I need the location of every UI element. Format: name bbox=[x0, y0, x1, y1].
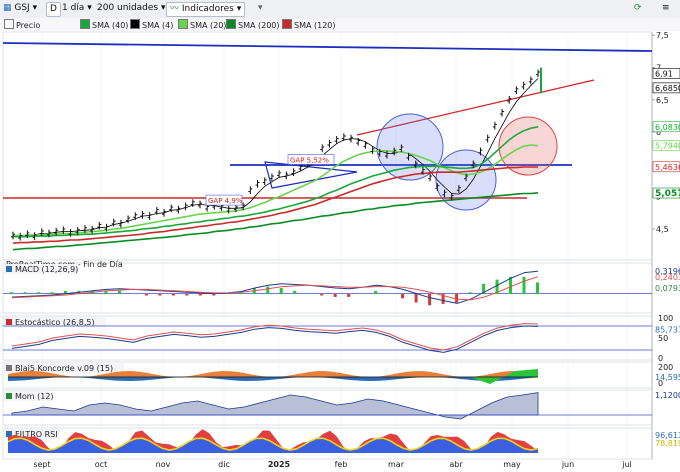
macd-histogram-bar bbox=[144, 293, 148, 296]
price-label-5: 5,057 bbox=[655, 189, 680, 199]
macd-label-1: 0,2403 bbox=[655, 273, 680, 282]
rsi-label-1: 78,819 bbox=[655, 439, 680, 448]
macd-histogram-bar bbox=[131, 293, 135, 295]
momentum-label: 1,1200 bbox=[655, 391, 680, 400]
macd-histogram-bar bbox=[50, 292, 54, 295]
macd-histogram-bar bbox=[347, 293, 351, 297]
price-label-1: 6,6850 bbox=[655, 84, 680, 93]
month-label-nov: nov bbox=[156, 460, 171, 469]
macd-histogram-bar bbox=[320, 293, 324, 296]
circle-blue-1 bbox=[376, 113, 444, 181]
stoch-label: 85,737 bbox=[655, 326, 680, 335]
macd-histogram-bar bbox=[428, 293, 432, 306]
price-label-4: 5,4636 bbox=[655, 163, 680, 172]
macd-histogram-bar bbox=[293, 290, 297, 295]
price-label-3: 5,7940 bbox=[655, 141, 680, 150]
koncorde-label: 14,595 bbox=[655, 373, 680, 382]
panel-frame-1 bbox=[2, 262, 653, 314]
month-label-oct: oct bbox=[95, 460, 107, 469]
macd-histogram-bar bbox=[522, 276, 526, 295]
month-label-sept: sept bbox=[33, 460, 50, 469]
panel-title-icon-0 bbox=[6, 266, 12, 272]
price-label-2: 6,0830 bbox=[655, 123, 680, 132]
macd-histogram-bar bbox=[171, 293, 175, 296]
panel-title-0: MACD (12,26,9) bbox=[15, 265, 78, 274]
macd-histogram-bar bbox=[536, 282, 539, 295]
stoch-line-1 bbox=[11, 325, 539, 353]
macd-histogram-bar bbox=[117, 290, 121, 295]
macd-histogram-bar bbox=[266, 286, 270, 295]
gap-label-1: GAP 5,52% bbox=[290, 156, 329, 164]
panel-title-icon-2 bbox=[6, 365, 12, 371]
price-tick-label: 4,5 bbox=[656, 225, 669, 234]
macd-histogram-bar bbox=[198, 293, 202, 296]
macd-histogram-bar bbox=[414, 293, 418, 303]
macd-histogram-bar bbox=[401, 293, 405, 299]
month-label-2025: 2025 bbox=[268, 460, 291, 469]
macd-line-1 bbox=[11, 276, 539, 301]
trendline-top bbox=[2, 42, 653, 52]
chart-canvas: sept oct nov dic 2025 feb mar abr may jun jul7,576… bbox=[2, 31, 680, 469]
macd-histogram-bar bbox=[387, 293, 391, 295]
macd-histogram-bar bbox=[185, 293, 189, 296]
price-tick-label: 7,5 bbox=[656, 31, 669, 40]
month-label-feb: feb bbox=[335, 460, 348, 469]
macd-histogram-bar bbox=[374, 290, 378, 295]
month-label-abr: abr bbox=[449, 460, 463, 469]
macd-histogram-bar bbox=[360, 293, 364, 295]
macd-histogram-bar bbox=[455, 293, 459, 303]
macd-histogram-bar bbox=[306, 293, 310, 295]
koncorde-tick: 200 bbox=[658, 363, 673, 372]
macd-histogram-bar bbox=[468, 292, 472, 295]
month-label-may: may bbox=[503, 460, 521, 469]
panel-title-3: Mom (12) bbox=[15, 392, 54, 401]
month-label-mar: mar bbox=[388, 460, 405, 469]
stoch-tick: 100 bbox=[658, 314, 673, 323]
stoch-tick: 0 bbox=[658, 354, 663, 363]
macd-histogram-bar bbox=[158, 293, 162, 296]
stoch-tick: 50 bbox=[658, 334, 668, 343]
macd-histogram-bar bbox=[23, 292, 27, 295]
panel-title-icon-1 bbox=[6, 319, 12, 325]
koncorde-area-blue bbox=[8, 377, 538, 381]
price-tick-label: 6,5 bbox=[656, 96, 669, 105]
macd-label-2: 0,0793 bbox=[655, 284, 680, 293]
month-label-jun: jun bbox=[561, 460, 574, 469]
month-label-dic: dic bbox=[218, 460, 230, 469]
macd-histogram-bar bbox=[333, 293, 337, 297]
panel-title-icon-3 bbox=[6, 393, 12, 399]
macd-histogram-bar bbox=[279, 288, 283, 295]
macd-histogram-bar bbox=[225, 293, 229, 295]
macd-histogram-bar bbox=[36, 292, 40, 295]
price-label-0: 6,91 bbox=[655, 69, 673, 78]
gap-label-0: GAP 4,9% bbox=[208, 197, 243, 205]
month-label-jul: jul bbox=[621, 460, 632, 469]
macd-histogram-bar bbox=[10, 292, 13, 295]
